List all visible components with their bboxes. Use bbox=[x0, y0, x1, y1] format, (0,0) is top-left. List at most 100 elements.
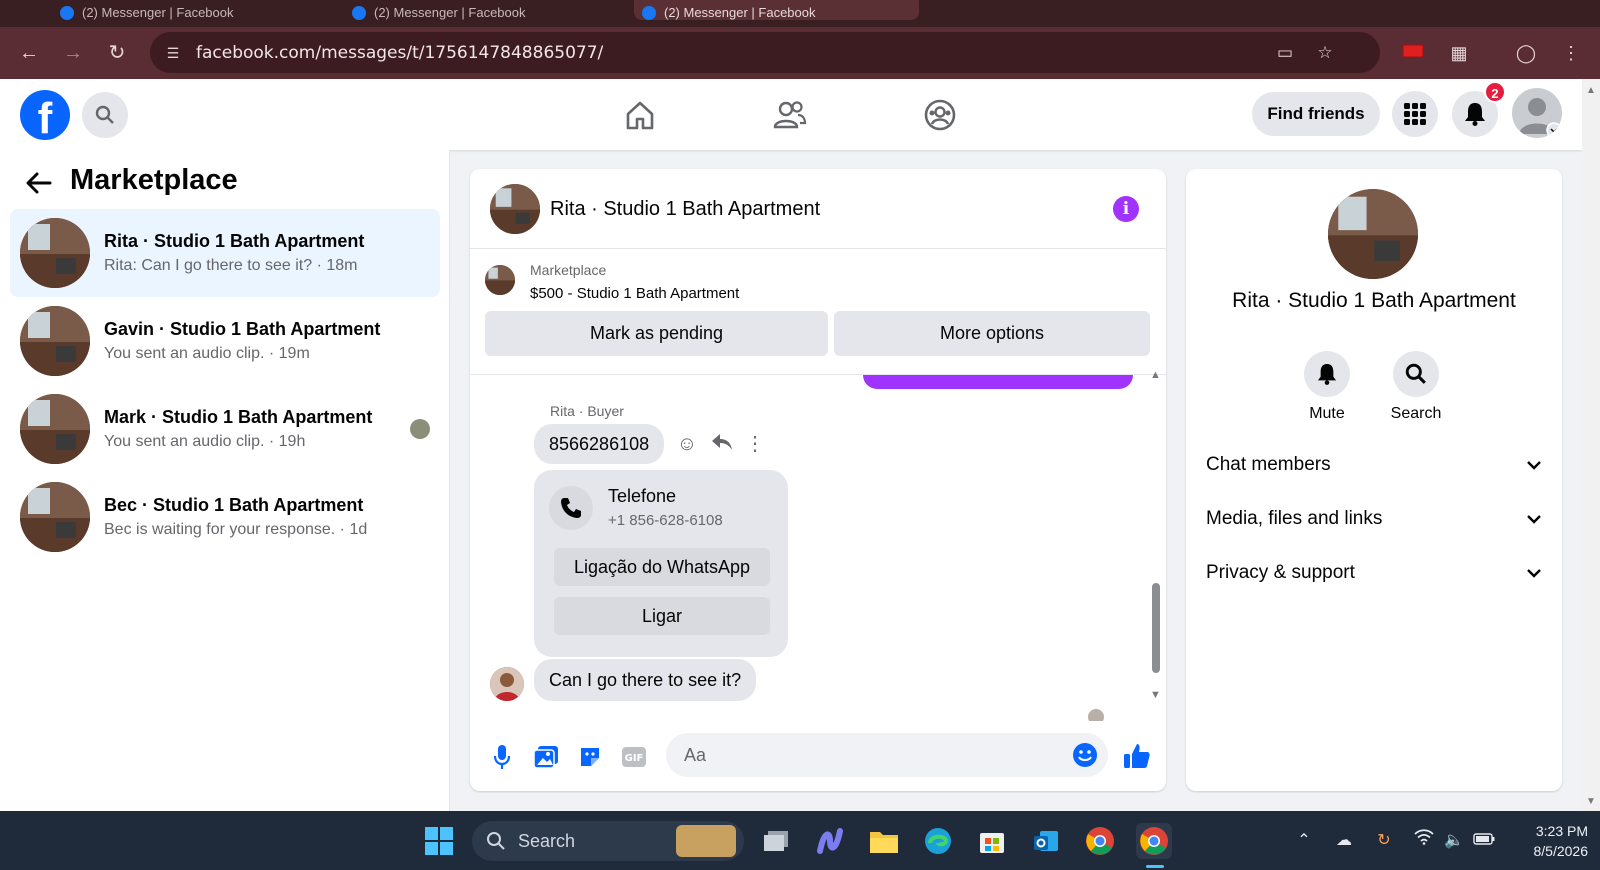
scroll-down-arrow-icon[interactable]: ▼ bbox=[1150, 689, 1161, 701]
chat-scrollbar[interactable]: ▲ ▼ bbox=[1150, 369, 1162, 705]
reload-icon[interactable]: ↻ bbox=[104, 40, 130, 66]
chrome-active-icon[interactable] bbox=[1136, 823, 1172, 859]
react-emoji-icon[interactable]: ☺ bbox=[675, 432, 699, 456]
friends-nav-button[interactable] bbox=[772, 97, 808, 133]
chat-members-section[interactable]: Chat members bbox=[1206, 445, 1542, 485]
browser-tab[interactable]: (2) Messenger | Facebook bbox=[52, 0, 322, 20]
sender-avatar[interactable] bbox=[490, 667, 524, 701]
tab-title: (2) Messenger | Facebook bbox=[374, 5, 526, 20]
message-input[interactable] bbox=[684, 744, 1044, 766]
details-avatar[interactable] bbox=[1328, 189, 1418, 279]
search-in-conversation-button[interactable]: Search bbox=[1381, 351, 1451, 423]
cloud-offline-icon[interactable]: ☁ bbox=[1332, 829, 1356, 853]
site-settings-icon[interactable]: ☰ bbox=[162, 42, 184, 64]
read-receipt-avatar bbox=[410, 419, 430, 439]
media-files-links-section[interactable]: Media, files and links bbox=[1206, 499, 1542, 539]
copilot-icon[interactable] bbox=[812, 823, 848, 859]
scroll-down-arrow-icon[interactable]: ▼ bbox=[1586, 796, 1596, 807]
chat-avatar[interactable] bbox=[490, 184, 540, 234]
windows-start-icon[interactable] bbox=[421, 823, 457, 859]
system-clock[interactable]: 3:23 PM 8/5/2026 bbox=[1508, 821, 1589, 861]
profile-icon[interactable]: ◯ bbox=[1513, 40, 1539, 66]
chrome-icon[interactable] bbox=[1082, 823, 1118, 859]
facebook-logo-icon[interactable]: f bbox=[20, 90, 70, 140]
more-menu-icon[interactable]: ⋮ bbox=[1558, 40, 1584, 66]
chevron-down-icon bbox=[1527, 569, 1541, 578]
browser-tab-strip: (2) Messenger | Facebook (2) Messenger |… bbox=[0, 0, 1600, 27]
browser-tab[interactable]: (2) Messenger | Facebook bbox=[344, 0, 614, 20]
microsoft-store-icon[interactable] bbox=[974, 823, 1010, 859]
search-button[interactable] bbox=[82, 92, 128, 138]
conversation-item[interactable]: Mark · Studio 1 Bath Apartment You sent … bbox=[10, 385, 440, 473]
find-friends-button[interactable]: Find friends bbox=[1252, 92, 1380, 136]
info-icon[interactable]: i bbox=[1113, 196, 1139, 222]
more-options-button[interactable]: More options bbox=[834, 311, 1150, 356]
wifi-icon[interactable] bbox=[1412, 829, 1436, 853]
taskbar-search-label: Search bbox=[518, 830, 576, 851]
mute-button[interactable]: Mute bbox=[1292, 351, 1362, 423]
call-button[interactable]: Ligar bbox=[554, 597, 770, 635]
bell-icon bbox=[1304, 351, 1350, 397]
conversation-item[interactable]: Gavin · Studio 1 Bath Apartment You sent… bbox=[10, 297, 440, 385]
conversation-list-panel: Marketplace Rita · Studio 1 Bath Apartme… bbox=[0, 150, 450, 811]
contact-card-title: Telefone bbox=[608, 486, 677, 506]
menu-button[interactable] bbox=[1392, 91, 1438, 137]
facebook-favicon-icon bbox=[642, 6, 656, 20]
mark-as-pending-button[interactable]: Mark as pending bbox=[485, 311, 828, 356]
taskbar-search[interactable]: Search bbox=[472, 821, 744, 861]
scroll-up-arrow-icon[interactable]: ▲ bbox=[1586, 85, 1596, 96]
message-thread: Rita · Buyer 8566286108 ☺ ⋮ Telefone +1 … bbox=[470, 375, 1166, 721]
forward-arrow-icon[interactable]: → bbox=[60, 40, 86, 66]
scroll-thumb[interactable] bbox=[1152, 583, 1160, 673]
mute-label: Mute bbox=[1309, 405, 1345, 422]
conversation-item[interactable]: Bec · Studio 1 Bath Apartment Bec is wai… bbox=[10, 473, 440, 561]
message-bubble[interactable]: 8566286108 bbox=[534, 424, 665, 464]
message-bubble[interactable]: Can I go there to see it? bbox=[534, 659, 757, 701]
task-view-icon[interactable] bbox=[758, 823, 794, 859]
back-button[interactable] bbox=[24, 168, 54, 198]
photo-icon[interactable] bbox=[532, 743, 560, 771]
sticker-icon[interactable] bbox=[576, 743, 604, 771]
groups-nav-button[interactable] bbox=[922, 97, 958, 133]
bookmark-star-icon[interactable]: ☆ bbox=[1314, 42, 1336, 64]
browser-tab-active[interactable]: (2) Messenger | Facebook bbox=[634, 0, 919, 20]
account-avatar[interactable] bbox=[1512, 88, 1562, 138]
listing-title[interactable]: $500 - Studio 1 Bath Apartment bbox=[530, 285, 739, 302]
url-text[interactable]: facebook.com/messages/t/1756147848865077… bbox=[196, 43, 603, 63]
whatsapp-call-button[interactable]: Ligação do WhatsApp bbox=[554, 548, 770, 586]
home-nav-button[interactable] bbox=[622, 97, 658, 133]
emoji-icon[interactable] bbox=[1072, 742, 1098, 768]
more-actions-icon[interactable]: ⋮ bbox=[743, 432, 767, 456]
message-input-box[interactable] bbox=[666, 733, 1108, 777]
extensions-puzzle-icon[interactable]: ▦ bbox=[1446, 40, 1472, 66]
privacy-support-section[interactable]: Privacy & support bbox=[1206, 553, 1542, 593]
extension-icon[interactable] bbox=[1400, 40, 1426, 66]
address-bar[interactable]: ☰ facebook.com/messages/t/17561478488650… bbox=[150, 32, 1380, 73]
tab-title: (2) Messenger | Facebook bbox=[82, 5, 234, 20]
page-scrollbar[interactable]: ▲ ▼ bbox=[1582, 79, 1600, 811]
back-arrow-icon[interactable]: ← bbox=[16, 40, 42, 66]
listing-thumbnail bbox=[20, 394, 90, 464]
volume-icon[interactable]: 🔈 bbox=[1442, 829, 1466, 853]
conversation-name: Gavin · Studio 1 Bath Apartment bbox=[104, 319, 381, 339]
conversation-item[interactable]: Rita · Studio 1 Bath Apartment Rita: Can… bbox=[10, 209, 440, 297]
listing-thumbnail bbox=[20, 218, 90, 288]
phone-icon bbox=[549, 486, 593, 530]
gif-icon[interactable]: GIF bbox=[620, 743, 648, 771]
chat-title[interactable]: Rita · Studio 1 Bath Apartment bbox=[550, 198, 820, 221]
sync-icon[interactable]: ↻ bbox=[1372, 829, 1396, 853]
file-explorer-icon[interactable] bbox=[866, 823, 902, 859]
apps-grid-icon bbox=[1404, 103, 1426, 125]
outlook-icon[interactable] bbox=[1028, 823, 1064, 859]
microphone-icon[interactable] bbox=[488, 743, 516, 771]
edge-browser-icon[interactable] bbox=[920, 823, 956, 859]
scroll-up-arrow-icon[interactable]: ▲ bbox=[1150, 369, 1161, 381]
conversation-preview: Rita: Can I go there to see it? · 18m bbox=[104, 257, 358, 274]
reply-icon[interactable] bbox=[710, 432, 734, 456]
listing-thumbnail[interactable] bbox=[485, 265, 515, 295]
like-thumbs-up-icon[interactable] bbox=[1122, 741, 1152, 771]
show-hidden-icons-chevron-icon[interactable]: ⌃ bbox=[1292, 829, 1316, 853]
notification-count-badge: 2 bbox=[1484, 81, 1506, 103]
battery-icon[interactable] bbox=[1472, 829, 1496, 853]
install-app-icon[interactable]: ▭ bbox=[1274, 42, 1296, 64]
